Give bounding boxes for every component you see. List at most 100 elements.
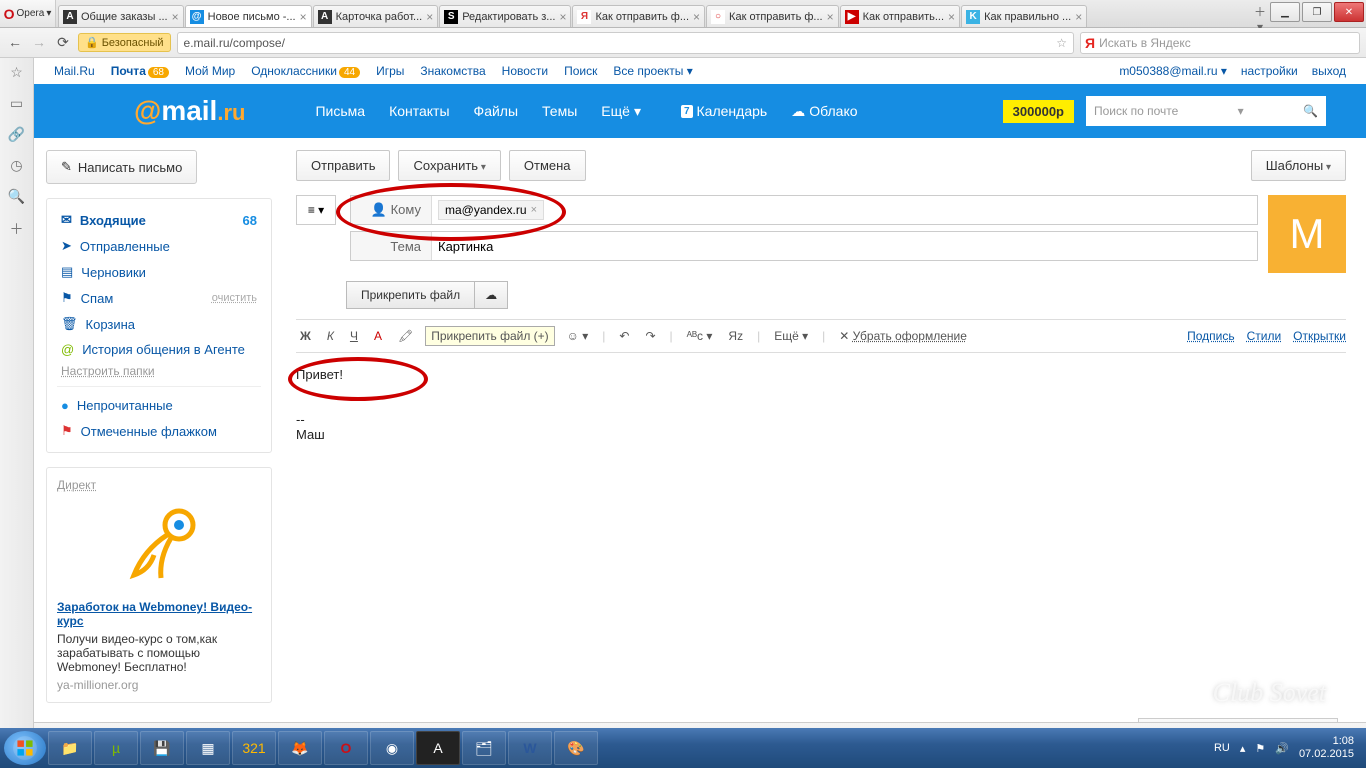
folder-agent-history[interactable]: @История общения в Агенте (47, 337, 271, 362)
browser-tab[interactable]: ▶Как отправить...× (840, 5, 960, 27)
bgcolor-button[interactable]: 🖍 (394, 327, 417, 345)
opera-menu-button[interactable]: OOpera ▾ (0, 0, 56, 27)
recipient-chip[interactable]: ma@yandex.ru× (438, 200, 544, 220)
save-button[interactable]: Сохранить (398, 150, 500, 181)
folder-spam[interactable]: ⚑Спамочистить (47, 285, 271, 311)
emoji-button[interactable]: ☺ ▾ (563, 327, 593, 345)
reload-button[interactable]: ⟳ (54, 34, 72, 52)
browser-tab[interactable]: AОбщие заказы ...× (58, 5, 184, 27)
attach-file-button[interactable]: Прикрепить файл (346, 281, 475, 309)
logout-link[interactable]: выход (1312, 64, 1346, 78)
remove-recipient-icon[interactable]: × (531, 204, 537, 216)
task-opera[interactable]: O (324, 731, 368, 765)
url-field[interactable]: e.mail.ru/compose/☆ (177, 32, 1074, 54)
settings-link[interactable]: настройки (1241, 64, 1298, 78)
spellcheck-button[interactable]: ᴬᴮᴄ ▾ (683, 327, 717, 345)
browser-tab[interactable]: ЯКак отправить ф...× (572, 5, 705, 27)
tray-clock[interactable]: 1:0807.02.2015 (1299, 735, 1354, 761)
yandex-search-box[interactable]: ЯИскать в Яндекс (1080, 32, 1360, 54)
menu-calendar[interactable]: 7Календарь (681, 103, 767, 120)
tray-lang[interactable]: RU (1214, 742, 1230, 754)
underline-button[interactable]: Ч (346, 327, 362, 345)
task-utorrent[interactable]: µ (94, 731, 138, 765)
back-button[interactable]: ← (6, 34, 24, 52)
new-tab-button[interactable]: ＋ ▾ (1250, 0, 1270, 27)
task-firefox[interactable]: 🦊 (278, 731, 322, 765)
subject-field[interactable] (431, 232, 1257, 260)
signature-link[interactable]: Подпись (1187, 329, 1235, 343)
folder-unread[interactable]: ●Непрочитанные (47, 393, 271, 418)
start-button[interactable] (4, 731, 46, 765)
nav-news[interactable]: Новости (502, 64, 548, 78)
remove-formatting[interactable]: ✕ Убрать оформление (835, 327, 971, 345)
styles-link[interactable]: Стили (1247, 329, 1282, 343)
nav-all[interactable]: Все проекты ▾ (613, 64, 692, 78)
ad-block[interactable]: Директ Заработок на Webmoney! Видео-курс… (46, 467, 272, 703)
task-totalcmd[interactable]: ▦ (186, 731, 230, 765)
security-badge[interactable]: 🔒 Безопасный (78, 33, 171, 52)
browser-tab[interactable]: SРедактировать з...× (439, 5, 571, 27)
maximize-button[interactable]: ❐ (1302, 2, 1332, 22)
folder-inbox[interactable]: ✉Входящие68 (47, 207, 271, 233)
tab-close-icon[interactable]: × (172, 10, 179, 24)
redo-button[interactable]: ↷ (641, 327, 659, 345)
menu-cloud[interactable]: ☁ Облако (791, 103, 857, 120)
tab-close-icon[interactable]: × (693, 10, 700, 24)
message-body[interactable]: Привет! -- Маш (296, 353, 1346, 744)
nav-mail[interactable]: Почта68 (111, 64, 169, 78)
task-folder[interactable]: 🗂 (462, 731, 506, 765)
user-email[interactable]: m050388@mail.ru ▾ (1119, 64, 1227, 78)
tab-close-icon[interactable]: × (948, 10, 955, 24)
browser-tab[interactable]: ○Как отправить ф...× (706, 5, 839, 27)
nav-games[interactable]: Игры (376, 64, 404, 78)
tab-close-icon[interactable]: × (559, 10, 566, 24)
browser-tab[interactable]: KКак правильно ...× (961, 5, 1087, 27)
tab-close-icon[interactable]: × (426, 10, 433, 24)
nav-ok[interactable]: Одноклассники44 (251, 64, 360, 78)
browser-tab[interactable]: AКарточка работ...× (313, 5, 439, 27)
folder-drafts[interactable]: ▤Черновики (47, 259, 271, 285)
menu-files[interactable]: Файлы (474, 103, 518, 120)
forward-button[interactable]: → (30, 34, 48, 52)
attach-plus-button[interactable]: Прикрепить файл (+) (425, 326, 554, 346)
note-icon[interactable]: ▭ (10, 95, 23, 112)
undo-button[interactable]: ↶ (615, 327, 633, 345)
nav-mymir[interactable]: Мой Мир (185, 64, 235, 78)
folder-trash[interactable]: 🗑Корзина (47, 311, 271, 337)
compose-button[interactable]: ✎ Написать письмо (46, 150, 197, 184)
folder-flagged[interactable]: ⚑Отмеченные флажком (47, 418, 271, 444)
menu-more[interactable]: Ещё ▾ (601, 103, 641, 120)
minimize-button[interactable]: ▁ (1270, 2, 1300, 22)
bold-button[interactable]: Ж (296, 327, 315, 345)
ad-title[interactable]: Заработок на Webmoney! Видео-курс (57, 600, 261, 628)
tab-close-icon[interactable]: × (827, 10, 834, 24)
task-mpc[interactable]: 321 (232, 731, 276, 765)
translit-button[interactable]: Яz (724, 327, 747, 345)
history-icon[interactable]: ◷ (10, 157, 22, 174)
tab-close-icon[interactable]: × (300, 10, 307, 24)
browser-tab[interactable]: @Новое письмо -...× (185, 5, 312, 27)
setup-folders[interactable]: Настроить папки (47, 362, 271, 380)
mail-search[interactable]: Поиск по почте▾ 🔍 (1086, 96, 1326, 126)
task-chrome[interactable]: ◉ (370, 731, 414, 765)
templates-button[interactable]: Шаблоны (1251, 150, 1346, 181)
options-toggle[interactable]: ≡ ▾ (296, 195, 336, 225)
to-field[interactable]: ma@yandex.ru× (431, 196, 1257, 224)
folder-sent[interactable]: ➤Отправленные (47, 233, 271, 259)
star-icon[interactable]: ☆ (10, 64, 23, 81)
task-save[interactable]: 💾 (140, 731, 184, 765)
tray-flag-icon[interactable]: ⚑ (1255, 742, 1265, 755)
nav-mailru[interactable]: Mail.Ru (54, 64, 95, 78)
search-icon[interactable]: 🔍 (8, 188, 25, 205)
task-explorer[interactable]: 📁 (48, 731, 92, 765)
money-badge[interactable]: 300000р (1003, 100, 1074, 123)
menu-letters[interactable]: Письма (315, 103, 365, 120)
cards-link[interactable]: Открытки (1293, 329, 1346, 343)
attach-cloud-button[interactable]: ☁ (475, 281, 508, 309)
tray-sound-icon[interactable]: 🔊 (1275, 742, 1289, 755)
task-app-a[interactable]: A (416, 731, 460, 765)
bookmark-star-icon[interactable]: ☆ (1056, 36, 1067, 50)
task-word[interactable]: W (508, 731, 552, 765)
italic-button[interactable]: К (323, 327, 338, 345)
menu-contacts[interactable]: Контакты (389, 103, 449, 120)
